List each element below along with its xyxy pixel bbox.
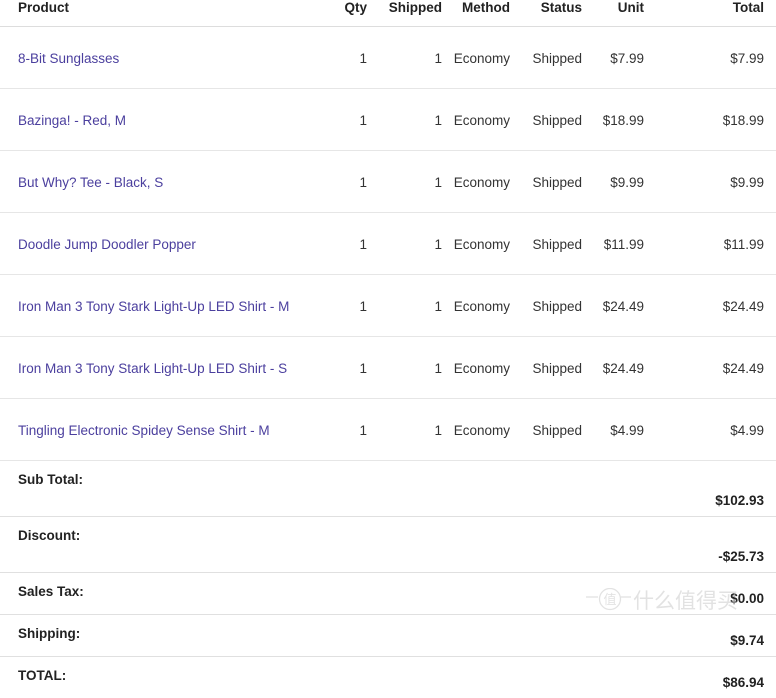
product-link[interactable]: Iron Man 3 Tony Stark Light-Up LED Shirt… [18,361,287,376]
cell-total: $24.49 [656,275,776,337]
order-summary: Sub Total:$102.93Discount:-$25.73Sales T… [0,461,776,698]
cell-product: Iron Man 3 Tony Stark Light-Up LED Shirt… [0,275,330,337]
cell-qty: 1 [330,151,375,213]
summary-row: Discount:-$25.73 [0,517,776,573]
cell-product: Bazinga! - Red, M [0,89,330,151]
cell-total: $4.99 [656,399,776,461]
cell-qty: 1 [330,337,375,399]
cell-unit: $24.49 [594,275,656,337]
cell-unit: $24.49 [594,337,656,399]
cell-qty: 1 [330,275,375,337]
cell-shipped: 1 [375,213,450,275]
product-link[interactable]: Doodle Jump Doodler Popper [18,237,196,252]
cell-product: Tingling Electronic Spidey Sense Shirt -… [0,399,330,461]
table-header: Product Qty Shipped Method Status Unit T… [0,0,776,27]
cell-shipped: 1 [375,27,450,89]
cell-method: Economy [450,151,522,213]
cell-total: $24.49 [656,337,776,399]
cell-qty: 1 [330,213,375,275]
cell-product: But Why? Tee - Black, S [0,151,330,213]
product-link[interactable]: Bazinga! - Red, M [18,113,126,128]
cell-total: $18.99 [656,89,776,151]
cell-method: Economy [450,89,522,151]
product-link[interactable]: Tingling Electronic Spidey Sense Shirt -… [18,423,270,438]
summary-label: Sub Total: [0,461,450,517]
cell-shipped: 1 [375,337,450,399]
column-header-unit: Unit [594,0,656,27]
table-row: Doodle Jump Doodler Popper11EconomyShipp… [0,213,776,275]
summary-value: $9.74 [450,615,776,657]
cell-shipped: 1 [375,89,450,151]
cell-method: Economy [450,337,522,399]
table-body: 8-Bit Sunglasses11EconomyShipped$7.99$7.… [0,27,776,461]
summary-value: -$25.73 [450,517,776,573]
cell-qty: 1 [330,89,375,151]
cell-method: Economy [450,275,522,337]
cell-qty: 1 [330,27,375,89]
summary-value: $0.00 [450,573,776,615]
table-row: But Why? Tee - Black, S11EconomyShipped$… [0,151,776,213]
cell-shipped: 1 [375,399,450,461]
cell-method: Economy [450,213,522,275]
cell-total: $7.99 [656,27,776,89]
cell-product: Iron Man 3 Tony Stark Light-Up LED Shirt… [0,337,330,399]
summary-label: Discount: [0,517,450,573]
cell-product: Doodle Jump Doodler Popper [0,213,330,275]
cell-status: Shipped [522,399,594,461]
table-header-row: Product Qty Shipped Method Status Unit T… [0,0,776,27]
cell-status: Shipped [522,337,594,399]
cell-unit: $18.99 [594,89,656,151]
cell-unit: $7.99 [594,27,656,89]
summary-row: TOTAL:$86.94 [0,657,776,698]
summary-value: $102.93 [450,461,776,517]
cell-total: $9.99 [656,151,776,213]
cell-status: Shipped [522,151,594,213]
column-header-method: Method [450,0,522,27]
order-items-table: Product Qty Shipped Method Status Unit T… [0,0,776,698]
product-link[interactable]: Iron Man 3 Tony Stark Light-Up LED Shirt… [18,299,289,314]
table-row: Tingling Electronic Spidey Sense Shirt -… [0,399,776,461]
column-header-shipped: Shipped [375,0,450,27]
cell-shipped: 1 [375,275,450,337]
column-header-total: Total [656,0,776,27]
table-row: Bazinga! - Red, M11EconomyShipped$18.99$… [0,89,776,151]
cell-unit: $11.99 [594,213,656,275]
cell-shipped: 1 [375,151,450,213]
cell-product: 8-Bit Sunglasses [0,27,330,89]
cell-status: Shipped [522,89,594,151]
table-row: Iron Man 3 Tony Stark Light-Up LED Shirt… [0,337,776,399]
table-row: Iron Man 3 Tony Stark Light-Up LED Shirt… [0,275,776,337]
summary-row: Sub Total:$102.93 [0,461,776,517]
cell-status: Shipped [522,275,594,337]
cell-total: $11.99 [656,213,776,275]
cell-unit: $9.99 [594,151,656,213]
column-header-product: Product [0,0,330,27]
product-link[interactable]: But Why? Tee - Black, S [18,175,163,190]
summary-label: Sales Tax: [0,573,450,615]
summary-row: Sales Tax:$0.00 [0,573,776,615]
summary-row: Shipping:$9.74 [0,615,776,657]
summary-label: TOTAL: [0,657,450,698]
column-header-status: Status [522,0,594,27]
cell-unit: $4.99 [594,399,656,461]
cell-method: Economy [450,27,522,89]
product-link[interactable]: 8-Bit Sunglasses [18,51,119,66]
column-header-qty: Qty [330,0,375,27]
cell-status: Shipped [522,213,594,275]
cell-status: Shipped [522,27,594,89]
table-row: 8-Bit Sunglasses11EconomyShipped$7.99$7.… [0,27,776,89]
summary-label: Shipping: [0,615,450,657]
cell-method: Economy [450,399,522,461]
summary-value: $86.94 [450,657,776,698]
cell-qty: 1 [330,399,375,461]
